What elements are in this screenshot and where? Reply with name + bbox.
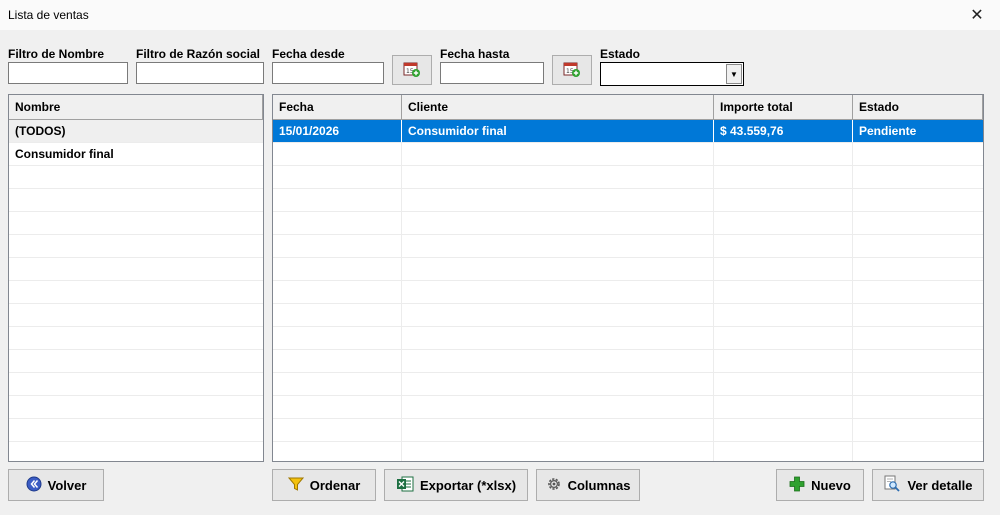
empty-row [273,350,983,373]
nombre-list-header: Nombre [9,95,263,120]
list-item[interactable]: (TODOS) [9,120,263,143]
empty-row [9,350,263,373]
empty-row [273,189,983,212]
plus-icon [789,476,805,495]
filtro-nombre-label: Filtro de Nombre [8,47,105,61]
empty-row [9,396,263,419]
fecha-desde-label: Fecha desde [272,47,345,61]
nuevo-label: Nuevo [811,477,851,493]
volver-button[interactable]: Volver [8,469,104,501]
fecha-hasta-calendar-button[interactable]: 15 [552,55,592,85]
empty-row [273,442,983,461]
list-item-label: Consumidor final [15,147,114,161]
calendar-icon: 15 [403,60,421,81]
ventas-grid-header: Fecha Cliente Importe total Estado [273,95,983,120]
nombre-list[interactable]: Nombre (TODOS) Consumidor final [8,94,264,462]
fecha-hasta-label: Fecha hasta [440,47,510,61]
empty-row [9,212,263,235]
empty-row [273,143,983,166]
ordenar-button[interactable]: Ordenar [272,469,376,501]
excel-icon [396,475,414,496]
window-title: Lista de ventas [8,8,89,22]
cell-cliente: Consumidor final [402,120,714,142]
filtro-razon-input[interactable] [136,62,264,84]
column-header-fecha[interactable]: Fecha [273,95,402,119]
calendar-icon: 15 [563,60,581,81]
columnas-button[interactable]: Columnas [536,469,640,501]
empty-row [9,166,263,189]
empty-row [9,373,263,396]
empty-row [273,281,983,304]
title-bar: Lista de ventas ✕ [0,0,1000,30]
column-header-cliente[interactable]: Cliente [402,95,714,119]
table-row[interactable]: 15/01/2026 Consumidor final $ 43.559,76 … [273,120,983,143]
empty-row [9,235,263,258]
columnas-label: Columnas [567,477,631,493]
column-header-estado[interactable]: Estado [853,95,983,119]
close-icon[interactable]: ✕ [954,0,1000,30]
empty-row [9,189,263,212]
empty-row [273,304,983,327]
empty-row [9,327,263,350]
filtro-razon-label: Filtro de Razón social [136,47,261,61]
fecha-desde-calendar-button[interactable]: 15 [392,55,432,85]
fecha-hasta-input[interactable] [440,62,544,84]
cell-estado: Pendiente [859,124,917,138]
cell-importe: $ 43.559,76 [714,120,853,142]
back-icon [26,476,42,495]
column-header-importe[interactable]: Importe total [714,95,853,119]
chevron-down-icon[interactable]: ▼ [726,64,742,84]
ver-detalle-label: Ver detalle [907,477,973,493]
funnel-icon [287,476,304,495]
estado-label: Estado [600,47,641,61]
empty-row [9,281,263,304]
empty-row [273,235,983,258]
magnifier-icon [883,475,901,496]
empty-row [273,396,983,419]
exportar-label: Exportar (*xlsx) [419,477,517,493]
estado-select[interactable]: ▼ [600,62,744,86]
empty-row [273,327,983,350]
ordenar-label: Ordenar [309,477,361,493]
empty-row [9,258,263,281]
empty-row [273,373,983,396]
ventas-grid[interactable]: Fecha Cliente Importe total Estado 15/01… [272,94,984,462]
list-item[interactable]: Consumidor final [9,143,263,166]
empty-row [9,304,263,327]
fecha-desde-input[interactable] [272,62,384,84]
empty-row [273,166,983,189]
nuevo-button[interactable]: Nuevo [776,469,864,501]
volver-label: Volver [47,477,87,493]
column-header-nombre[interactable]: Nombre [9,95,263,119]
empty-row [273,258,983,281]
exportar-button[interactable]: Exportar (*xlsx) [384,469,528,501]
list-item-label: (TODOS) [15,124,66,138]
ver-detalle-button[interactable]: Ver detalle [872,469,984,501]
filtro-nombre-input[interactable] [8,62,128,84]
empty-row [9,419,263,442]
cell-fecha: 15/01/2026 [273,120,402,142]
empty-row [9,442,263,461]
empty-row [273,419,983,442]
empty-row [273,212,983,235]
gear-icon [546,476,562,495]
